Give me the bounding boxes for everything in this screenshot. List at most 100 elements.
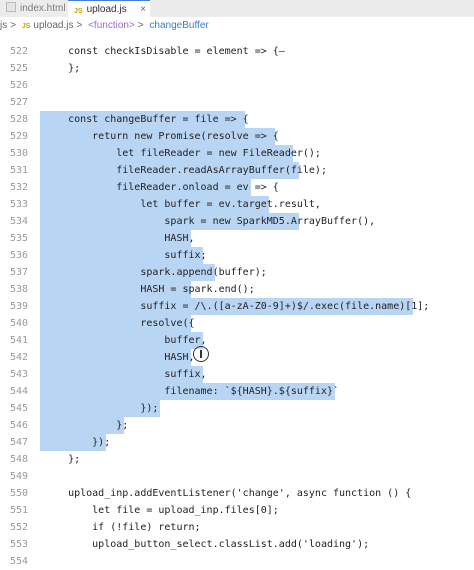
line-number: 534 bbox=[9, 216, 28, 227]
line-number: 546 bbox=[9, 420, 28, 431]
code-line[interactable]: 522 const checkIsDisable = element => {— bbox=[0, 43, 474, 60]
line-number: 527 bbox=[9, 97, 28, 108]
line-number: 531 bbox=[9, 165, 28, 176]
code-line[interactable]: 548 }; bbox=[0, 451, 474, 468]
line-number: 548 bbox=[9, 454, 28, 465]
line-number: 528 bbox=[9, 114, 28, 125]
code-text: resolve({ bbox=[44, 318, 195, 329]
code-line[interactable]: 539 suffix = /\.([a-zA-Z0-9]+)$/.exec(fi… bbox=[0, 298, 474, 315]
code-line[interactable]: 534 spark = new SparkMD5.ArrayBuffer(), bbox=[0, 213, 474, 230]
code-text: return new Promise(resolve => { bbox=[44, 131, 279, 142]
code-editor[interactable]: 522 const checkIsDisable = element => {—… bbox=[0, 35, 474, 567]
text-cursor-icon bbox=[193, 346, 209, 362]
html-file-icon bbox=[6, 2, 16, 12]
js-file-icon: JS bbox=[74, 8, 83, 15]
code-text: let buffer = ev.target.result, bbox=[44, 199, 321, 210]
line-number: 550 bbox=[9, 488, 28, 499]
code-text: }; bbox=[44, 454, 81, 465]
line-number: 522 bbox=[9, 46, 28, 57]
js-file-icon: JS bbox=[21, 23, 31, 30]
code-text: HASH, bbox=[44, 233, 195, 244]
code-text: fileReader.readAsArrayBuffer(file); bbox=[44, 165, 327, 176]
code-line[interactable]: 525 }; bbox=[0, 60, 474, 77]
line-number: 530 bbox=[9, 148, 28, 159]
code-line[interactable]: 542 HASH, bbox=[0, 349, 474, 366]
code-line[interactable]: 546 }; bbox=[0, 417, 474, 434]
line-number: 541 bbox=[9, 335, 28, 346]
code-line[interactable]: 544 filename: `${HASH}.${suffix}` bbox=[0, 383, 474, 400]
line-number: 553 bbox=[9, 539, 28, 550]
code-line[interactable]: 540 resolve({ bbox=[0, 315, 474, 332]
breadcrumb: js > JS upload.js > <function> > changeBuffe… bbox=[0, 17, 474, 35]
code-line[interactable]: 550 upload_inp.addEventListener('change'… bbox=[0, 485, 474, 502]
line-number: 547 bbox=[9, 437, 28, 448]
code-text: if (!file) return; bbox=[44, 522, 201, 533]
code-line[interactable]: 554 bbox=[0, 553, 474, 570]
code-line[interactable]: 527 bbox=[0, 94, 474, 111]
chevron-right-icon: > bbox=[10, 20, 17, 31]
code-text: }; bbox=[44, 420, 129, 431]
breadcrumb-file[interactable]: upload.js bbox=[33, 20, 73, 31]
chevron-right-icon: > bbox=[76, 20, 83, 31]
line-number: 539 bbox=[9, 301, 28, 312]
chevron-right-icon: > bbox=[137, 20, 144, 31]
line-number: 540 bbox=[9, 318, 28, 329]
code-line[interactable]: 547 }); bbox=[0, 434, 474, 451]
code-text: filename: `${HASH}.${suffix}` bbox=[44, 386, 340, 397]
code-line[interactable]: 541 buffer, bbox=[0, 332, 474, 349]
line-number: 535 bbox=[9, 233, 28, 244]
code-text: HASH = spark.end(); bbox=[44, 284, 255, 295]
code-text: spark = new SparkMD5.ArrayBuffer(), bbox=[44, 216, 376, 227]
code-line[interactable]: 536 suffix; bbox=[0, 247, 474, 264]
code-line[interactable]: 551 let file = upload_inp.files[0]; bbox=[0, 502, 474, 519]
code-line[interactable]: 543 suffix, bbox=[0, 366, 474, 383]
code-line[interactable]: 552 if (!file) return; bbox=[0, 519, 474, 536]
code-text: }); bbox=[44, 403, 159, 414]
breadcrumb-folder[interactable]: js bbox=[0, 20, 7, 31]
line-number: 537 bbox=[9, 267, 28, 278]
tab-index-html[interactable]: index.html bbox=[0, 0, 68, 17]
line-number: 525 bbox=[9, 63, 28, 74]
code-text: const checkIsDisable = element => {— bbox=[44, 46, 285, 57]
code-line[interactable]: 535 HASH, bbox=[0, 230, 474, 247]
line-number: 526 bbox=[9, 80, 28, 91]
code-line[interactable]: 532 fileReader.onload = ev => { bbox=[0, 179, 474, 196]
line-number: 533 bbox=[9, 199, 28, 210]
tab-upload-js[interactable]: JS upload.js × bbox=[68, 0, 150, 17]
line-number: 536 bbox=[9, 250, 28, 261]
line-number: 529 bbox=[9, 131, 28, 142]
code-line[interactable]: 531 fileReader.readAsArrayBuffer(file); bbox=[0, 162, 474, 179]
code-line[interactable]: 526 bbox=[0, 77, 474, 94]
code-text: suffix, bbox=[44, 369, 207, 380]
line-number: 552 bbox=[9, 522, 28, 533]
code-text: buffer, bbox=[44, 335, 207, 346]
code-line[interactable]: 528 const changeBuffer = file => { bbox=[0, 111, 474, 128]
code-text: let fileReader = new FileReader(); bbox=[44, 148, 321, 159]
code-text: upload_button_select.classList.add('load… bbox=[44, 539, 370, 550]
line-number: 532 bbox=[9, 182, 28, 193]
line-number: 549 bbox=[9, 471, 28, 482]
breadcrumb-function[interactable]: <function> bbox=[88, 20, 135, 31]
code-text: upload_inp.addEventListener('change', as… bbox=[44, 488, 412, 499]
code-line[interactable]: 545 }); bbox=[0, 400, 474, 417]
line-number: 551 bbox=[9, 505, 28, 516]
code-text: spark.append(buffer); bbox=[44, 267, 267, 278]
line-number: 538 bbox=[9, 284, 28, 295]
code-line[interactable]: 537 spark.append(buffer); bbox=[0, 264, 474, 281]
code-line[interactable]: 530 let fileReader = new FileReader(); bbox=[0, 145, 474, 162]
tab-bar: index.html JS upload.js × bbox=[0, 0, 474, 18]
code-line[interactable]: 529 return new Promise(resolve => { bbox=[0, 128, 474, 145]
close-icon[interactable]: × bbox=[140, 1, 146, 18]
code-line[interactable]: 549 bbox=[0, 468, 474, 485]
code-line[interactable]: 538 HASH = spark.end(); bbox=[0, 281, 474, 298]
tab-label: index.html bbox=[20, 3, 66, 14]
line-number: 542 bbox=[9, 352, 28, 363]
line-number: 545 bbox=[9, 403, 28, 414]
code-text: fileReader.onload = ev => { bbox=[44, 182, 279, 193]
breadcrumb-symbol[interactable]: changeBuffer bbox=[149, 20, 208, 31]
code-line[interactable]: 553 upload_button_select.classList.add('… bbox=[0, 536, 474, 553]
code-text: const changeBuffer = file => { bbox=[44, 114, 249, 125]
code-text: suffix; bbox=[44, 250, 207, 261]
code-text: suffix = /\.([a-zA-Z0-9]+)$/.exec(file.n… bbox=[44, 301, 430, 312]
code-line[interactable]: 533 let buffer = ev.target.result, bbox=[0, 196, 474, 213]
